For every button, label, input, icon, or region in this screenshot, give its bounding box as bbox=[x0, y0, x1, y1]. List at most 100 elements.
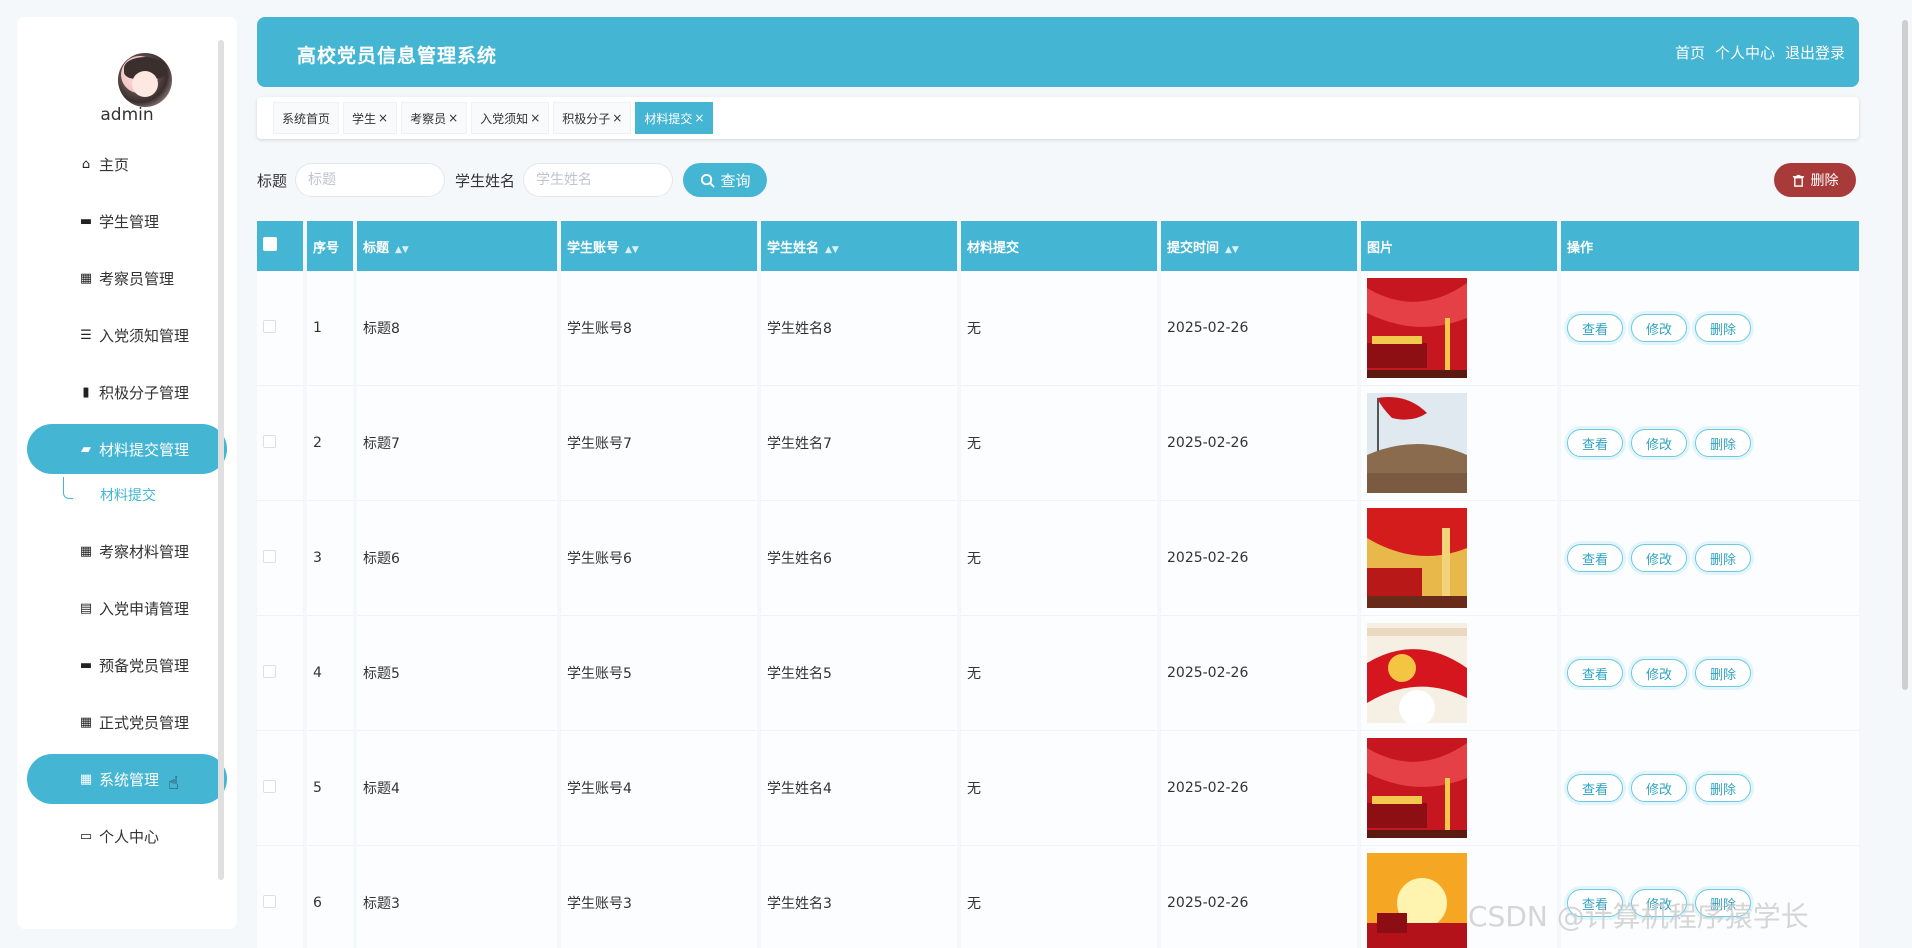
sort-icon[interactable]: ▲▼ bbox=[825, 245, 839, 255]
sidebar-item-4[interactable]: ▮ 积极分子管理 bbox=[27, 367, 227, 417]
close-icon[interactable]: × bbox=[530, 111, 540, 125]
title-search-input[interactable] bbox=[295, 163, 446, 197]
thumbnail-image[interactable] bbox=[1367, 393, 1557, 493]
edit-button[interactable]: 修改 bbox=[1631, 659, 1687, 687]
delete-row-button[interactable]: 删除 bbox=[1695, 659, 1751, 687]
row-checkbox[interactable] bbox=[263, 549, 276, 563]
batch-delete-button[interactable]: 删除 bbox=[1774, 163, 1856, 197]
submenu-material-submit[interactable]: 材料提交 bbox=[27, 477, 227, 517]
table-row[interactable]: 5 标题4 学生账号4 学生姓名4 无 2025-02-26 查看 修改 删除 bbox=[257, 731, 1859, 846]
close-icon[interactable]: × bbox=[448, 111, 458, 125]
sidebar-item-label: 主页 bbox=[99, 155, 130, 174]
view-button[interactable]: 查看 bbox=[1567, 314, 1623, 342]
thumbnail-image[interactable] bbox=[1367, 623, 1557, 723]
submenu-item-label[interactable]: 材料提交 bbox=[100, 485, 156, 505]
row-checkbox[interactable] bbox=[263, 779, 276, 793]
table-row[interactable]: 2 标题7 学生账号7 学生姓名7 无 2025-02-26 查看 修改 删除 bbox=[257, 386, 1859, 501]
tab-3[interactable]: 入党须知 × bbox=[471, 102, 550, 134]
cell-material: 无 bbox=[961, 271, 1157, 386]
home-icon: ⌂ bbox=[81, 156, 91, 172]
delete-row-button[interactable]: 删除 bbox=[1695, 314, 1751, 342]
row-checkbox[interactable] bbox=[263, 664, 276, 678]
page-scrollbar[interactable] bbox=[1902, 20, 1908, 690]
close-icon[interactable]: × bbox=[694, 111, 704, 125]
thumbnail-image[interactable] bbox=[1367, 738, 1557, 838]
watermark: CSDN @计算机程序猿学长 bbox=[1468, 900, 1809, 933]
tab-4[interactable]: 积极分子 × bbox=[553, 102, 632, 134]
query-button[interactable]: 查询 bbox=[683, 163, 768, 197]
tab-2[interactable]: 考察员 × bbox=[401, 102, 468, 134]
sidebar-item-8[interactable]: ▬ 预备党员管理 bbox=[27, 640, 227, 690]
sort-icon[interactable]: ▲▼ bbox=[395, 245, 409, 255]
column-account[interactable]: 学生账号 ▲▼ bbox=[561, 221, 757, 271]
edit-button[interactable]: 修改 bbox=[1631, 314, 1687, 342]
sidebar-item-3[interactable]: ☰ 入党须知管理 bbox=[27, 310, 227, 360]
tab-label: 学生 bbox=[352, 111, 377, 126]
thumbnail-image[interactable] bbox=[1367, 508, 1557, 608]
tab-label: 积极分子 bbox=[562, 111, 611, 126]
delete-row-button[interactable]: 删除 bbox=[1695, 429, 1751, 457]
cell-image bbox=[1361, 386, 1557, 501]
grid-icon: ▦ bbox=[79, 543, 93, 559]
cell-name: 学生姓名5 bbox=[761, 616, 957, 731]
cell-name: 学生姓名7 bbox=[761, 386, 957, 501]
select-all-cell bbox=[257, 221, 303, 271]
app-title: 高校党员信息管理系统 bbox=[297, 45, 498, 67]
sidebar-item-2[interactable]: ▦ 考察员管理 bbox=[27, 253, 227, 303]
header-link-profile[interactable]: 个人中心 bbox=[1715, 42, 1775, 63]
column-time[interactable]: 提交时间 ▲▼ bbox=[1161, 221, 1357, 271]
row-check-cell bbox=[257, 501, 303, 616]
name-search-input[interactable] bbox=[523, 163, 674, 197]
sidebar-item-6[interactable]: ▦ 考察材料管理 bbox=[27, 526, 227, 576]
delete-row-button[interactable]: 删除 bbox=[1695, 544, 1751, 572]
sidebar-item-11[interactable]: ▭ 个人中心 bbox=[27, 811, 227, 861]
close-icon[interactable]: × bbox=[378, 111, 388, 125]
sidebar-item-10[interactable]: ▦ 系统管理 bbox=[27, 754, 227, 804]
cell-time: 2025-02-26 bbox=[1161, 616, 1357, 731]
ticket-icon: ▬ bbox=[79, 657, 93, 673]
bar-chart-icon: ▮ bbox=[82, 384, 90, 400]
close-icon[interactable]: × bbox=[612, 111, 622, 125]
view-button[interactable]: 查看 bbox=[1567, 774, 1623, 802]
tab-5[interactable]: 材料提交 × bbox=[635, 102, 714, 134]
avatar[interactable] bbox=[118, 53, 172, 107]
edit-button[interactable]: 修改 bbox=[1631, 774, 1687, 802]
cell-actions: 查看 修改 删除 bbox=[1561, 616, 1859, 731]
row-checkbox[interactable] bbox=[263, 319, 276, 333]
thumbnail-image[interactable] bbox=[1367, 278, 1557, 378]
table-row[interactable]: 4 标题5 学生账号5 学生姓名5 无 2025-02-26 查看 修改 删除 bbox=[257, 616, 1859, 731]
cell-title: 标题7 bbox=[357, 386, 557, 501]
sort-icon[interactable]: ▲▼ bbox=[625, 245, 639, 255]
edit-button[interactable]: 修改 bbox=[1631, 429, 1687, 457]
sidebar-scrollbar[interactable] bbox=[218, 40, 224, 880]
tab-1[interactable]: 学生 × bbox=[343, 102, 398, 134]
sidebar-item-1[interactable]: ▬ 学生管理 bbox=[27, 196, 227, 246]
sidebar-item-5[interactable]: ▰ 材料提交管理 bbox=[27, 424, 227, 474]
view-button[interactable]: 查看 bbox=[1567, 429, 1623, 457]
select-all-checkbox[interactable] bbox=[263, 237, 277, 251]
delete-row-button[interactable]: 删除 bbox=[1695, 774, 1751, 802]
view-button[interactable]: 查看 bbox=[1567, 544, 1623, 572]
sidebar-item-0[interactable]: ⌂ 主页 bbox=[27, 139, 227, 189]
table-row[interactable]: 3 标题6 学生账号6 学生姓名6 无 2025-02-26 查看 修改 删除 bbox=[257, 501, 1859, 616]
row-check-cell bbox=[257, 846, 303, 948]
header-link-logout[interactable]: 退出登录 bbox=[1785, 42, 1845, 63]
clipboard-icon: ▤ bbox=[79, 600, 93, 616]
cell-index: 1 bbox=[307, 271, 353, 386]
header-link-home[interactable]: 首页 bbox=[1675, 42, 1705, 63]
sort-icon[interactable]: ▲▼ bbox=[1225, 245, 1239, 255]
row-check-cell bbox=[257, 271, 303, 386]
row-checkbox[interactable] bbox=[263, 434, 276, 448]
cell-material: 无 bbox=[961, 616, 1157, 731]
tab-label: 考察员 bbox=[410, 111, 447, 126]
tab-0[interactable]: 系统首页 bbox=[273, 102, 340, 134]
column-title[interactable]: 标题 ▲▼ bbox=[357, 221, 557, 271]
table-row[interactable]: 1 标题8 学生账号8 学生姓名8 无 2025-02-26 查看 修改 删除 bbox=[257, 271, 1859, 386]
row-checkbox[interactable] bbox=[263, 894, 276, 908]
edit-button[interactable]: 修改 bbox=[1631, 544, 1687, 572]
column-name[interactable]: 学生姓名 ▲▼ bbox=[761, 221, 957, 271]
cell-time: 2025-02-26 bbox=[1161, 846, 1357, 948]
sidebar-item-7[interactable]: ▤ 入党申请管理 bbox=[27, 583, 227, 633]
sidebar-item-9[interactable]: ▦ 正式党员管理 bbox=[27, 697, 227, 747]
view-button[interactable]: 查看 bbox=[1567, 659, 1623, 687]
